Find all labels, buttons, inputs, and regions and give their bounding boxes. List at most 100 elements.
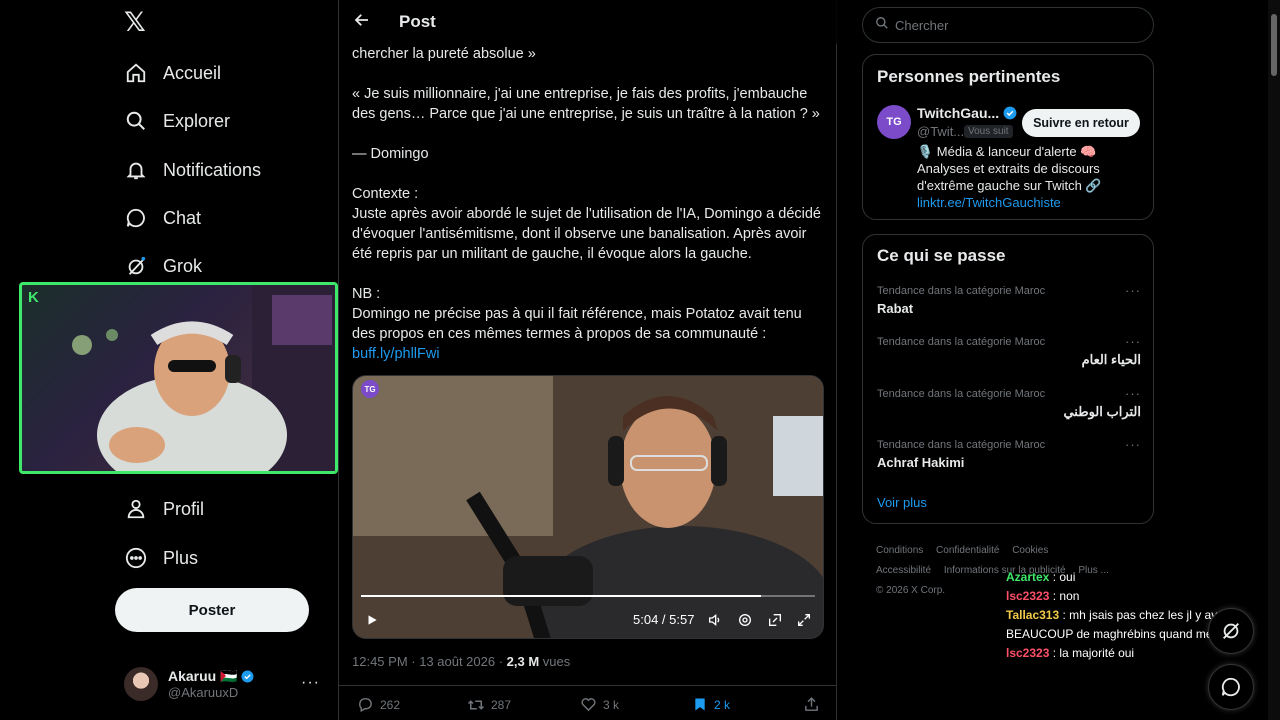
channel-badge: TG [361, 380, 379, 398]
chat-username: Azartex [1006, 570, 1050, 584]
trend-name: الحياء العام [1081, 352, 1141, 367]
avatar [124, 667, 158, 701]
chat-username: lsc2323 [1006, 646, 1050, 660]
post-text: Domingo ne précise pas à qui il fait réf… [352, 306, 802, 342]
bell-icon [124, 158, 148, 182]
bookmark-icon [695, 698, 705, 711]
post-column: Post chercher la pureté absolue » « Je s… [338, 0, 837, 720]
ellipsis-icon[interactable]: ··· [1125, 283, 1141, 298]
nav-item-grok[interactable]: Grok [124, 251, 202, 281]
x-logo-icon[interactable]: 𝕏 [124, 9, 150, 36]
like-button[interactable]: 3 k [580, 696, 619, 713]
left-sidebar: 𝕏 Accueil Explorer Notifications Chat Gr… [0, 0, 338, 720]
more-circle-icon [124, 546, 148, 570]
person-icon [124, 497, 148, 521]
fullscreen-icon[interactable] [796, 612, 812, 628]
nav-item-profile[interactable]: Profil [124, 494, 204, 524]
back-arrow-icon[interactable] [353, 11, 373, 34]
chat-icon [1221, 677, 1240, 697]
chat-username: lsc2323 [1006, 589, 1050, 603]
post-actions: 262 287 3 k 2 k [339, 685, 837, 720]
search-bar [862, 7, 1154, 43]
nav-item-label: Grok [163, 255, 203, 276]
footer-link[interactable]: Confidentialité [936, 545, 999, 556]
search-input[interactable] [895, 17, 1135, 33]
nav-item-label: Profil [163, 498, 205, 519]
avatar[interactable]: TG [877, 105, 911, 139]
bookmark-button[interactable]: 2 k [692, 696, 730, 713]
bio-link[interactable]: linktr.ee/TwitchGauchiste [917, 195, 1061, 210]
nav-item-chat[interactable]: Chat [124, 203, 201, 233]
ellipsis-icon[interactable]: ··· [1125, 386, 1141, 401]
grok-fab-button[interactable] [1208, 608, 1254, 654]
chat-message: lsc2323 : la majorité oui [1006, 646, 1135, 660]
app-root: 𝕏 Accueil Explorer Notifications Chat Gr… [0, 0, 1280, 720]
ellipsis-icon[interactable]: ··· [1125, 437, 1141, 452]
share-button[interactable] [803, 696, 826, 713]
ellipsis-icon[interactable]: ··· [1125, 334, 1141, 349]
follows-you-badge: Vous suit [964, 125, 1013, 138]
footer-link[interactable]: Conditions [876, 545, 923, 556]
trend-name: التراب الوطني [1063, 404, 1141, 419]
trend-item[interactable]: Tendance dans la catégorie Maroc الحياء … [877, 334, 1141, 368]
trend-name: Rabat [877, 301, 914, 316]
volume-icon[interactable] [707, 612, 723, 628]
reply-button[interactable]: 262 [357, 696, 400, 713]
trend-name: Achraf Hakimi [877, 455, 965, 470]
nav-item-explore[interactable]: Explorer [124, 106, 230, 136]
video-frame [353, 376, 823, 638]
search-icon [124, 109, 148, 133]
repost-icon [467, 700, 485, 710]
play-icon[interactable] [365, 613, 379, 627]
kick-logo: K [28, 289, 39, 306]
streamer-image [72, 285, 335, 471]
video-player[interactable]: TG 5:04 / 5:57 [352, 375, 824, 639]
grok-icon [124, 254, 148, 278]
nav-item-more[interactable]: Plus [124, 543, 198, 573]
trend-item[interactable]: Tendance dans la catégorie Maroc التراب … [877, 386, 1141, 420]
messages-fab-button[interactable] [1208, 664, 1254, 710]
show-more-link[interactable]: Voir plus [877, 495, 927, 510]
card-title: Personnes pertinentes [877, 67, 1061, 86]
profile-name[interactable]: TwitchGau... [917, 105, 1017, 121]
nav-item-notifications[interactable]: Notifications [124, 155, 261, 185]
repost-button[interactable]: 287 [467, 696, 511, 714]
post-button[interactable]: Poster [115, 588, 309, 632]
scrollbar-thumb[interactable] [1271, 14, 1277, 76]
chat-message: lsc2323 : non [1006, 589, 1080, 603]
chat-username: Tallac313 [1006, 608, 1060, 622]
post-text: « Je suis millionnaire, j'ai une entrepr… [352, 86, 820, 122]
home-icon [124, 61, 148, 85]
trend-item[interactable]: Tendance dans la catégorie Maroc Achraf … [877, 437, 1141, 470]
nav-item-label: Explorer [163, 110, 231, 131]
trend-item[interactable]: Tendance dans la catégorie Maroc Rabat ·… [877, 283, 1141, 316]
video-time: 5:04 / 5:57 [633, 612, 695, 627]
profile-handle: @Twit... [917, 124, 965, 139]
relevant-people-card: Personnes pertinentes TG TwitchGau... @T… [862, 54, 1154, 220]
video-progress-fill [361, 595, 761, 597]
post-link[interactable]: buff.ly/phllFwi [352, 344, 828, 364]
follow-back-button[interactable]: Suivre en retour [1022, 109, 1140, 137]
nav-item-home[interactable]: Accueil [124, 58, 221, 88]
footer-link[interactable]: Cookies [1012, 545, 1048, 556]
account-switcher[interactable]: Akaruu 🇵🇸 @AkaruuxD ··· [124, 664, 324, 704]
page-scrollbar[interactable] [1268, 0, 1280, 720]
post-text: NB : [352, 286, 381, 302]
settings-gear-icon[interactable] [737, 612, 753, 628]
reply-icon [359, 698, 372, 713]
nav-item-label: Notifications [163, 159, 262, 180]
trends-card: Ce qui se passe Tendance dans la catégor… [862, 234, 1154, 524]
account-handle: @AkaruuxD [168, 685, 239, 700]
footer-link[interactable]: Accessibilité [876, 565, 931, 576]
verified-icon [1003, 106, 1017, 120]
video-progress-bar[interactable] [361, 595, 815, 597]
heart-icon [581, 698, 596, 712]
nav-item-label: Accueil [163, 62, 222, 83]
webcam-overlay: K [19, 282, 338, 474]
post-text: chercher la pureté absolue » [352, 46, 536, 62]
ellipsis-icon[interactable]: ··· [301, 674, 320, 692]
post-text: Contexte : [352, 186, 419, 202]
post-text: Juste après avoir abordé le sujet de l'u… [352, 206, 821, 262]
picture-in-picture-icon[interactable] [767, 612, 783, 628]
post-header: Post [339, 0, 837, 44]
